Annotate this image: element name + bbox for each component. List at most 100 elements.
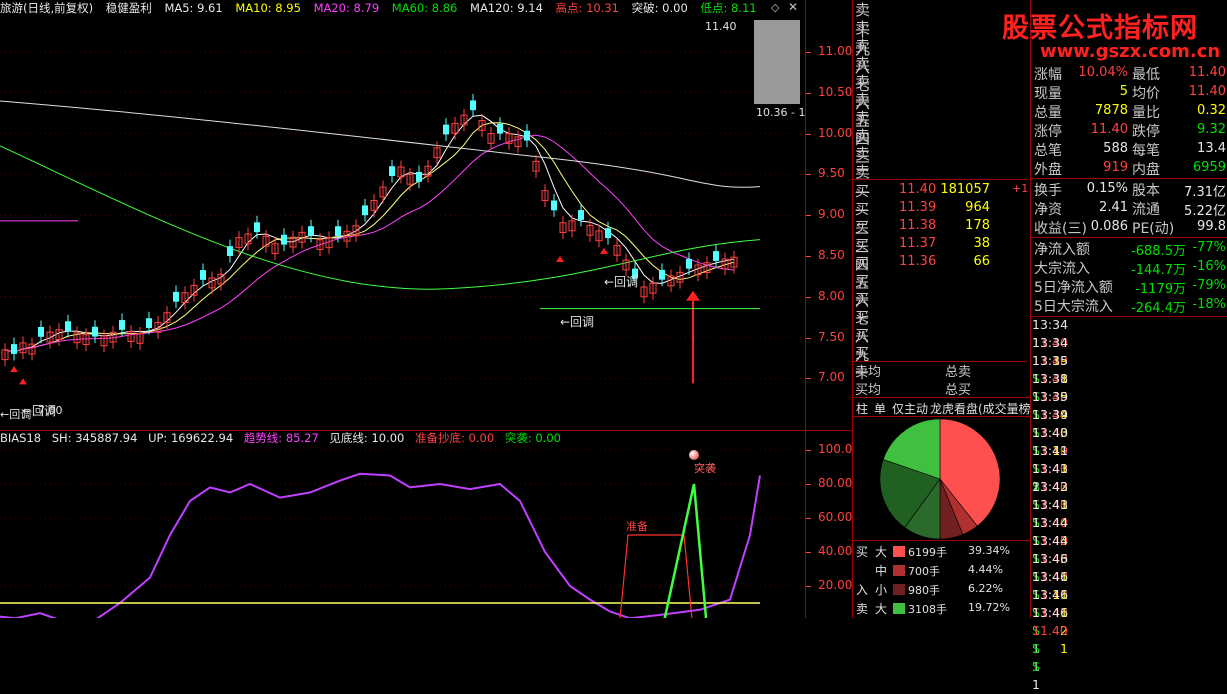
tick-row: 13:43 11.40 3 S 1	[1032, 496, 1227, 584]
tick-row: 13:39 11.40 3 S 1	[1032, 388, 1227, 476]
indicator-tick-mark	[806, 450, 811, 451]
tick-row: 13:46 11.40 11 S 1	[1032, 550, 1227, 638]
tab-single[interactable]: 单	[874, 400, 886, 417]
stat-value: 0.086	[1090, 219, 1128, 234]
tick-time: 13:34	[1032, 335, 1069, 350]
candle-body	[281, 234, 287, 245]
price-axis: 11.00 10.50 10.00 9.50 9.00 8.50 8.00 7.50 7.00	[806, 0, 852, 430]
tick-row: 13:35 11.40 5 S 1	[1032, 352, 1227, 440]
sell-avg-label: 卖均	[855, 365, 882, 380]
candle-body	[362, 205, 368, 216]
candle-body	[470, 100, 476, 111]
total-sell-label: 总卖	[945, 365, 972, 380]
indicator-header: BIAS18 SH: 345887.94 UP: 169622.94 趋势线: …	[0, 431, 568, 445]
stat-value: 5.22亿	[1184, 204, 1226, 219]
flow-size-label: 中	[875, 564, 888, 578]
cursor-label: 10.36 - 1	[756, 106, 806, 119]
indicator-tick-label: 80.00	[818, 476, 853, 490]
flow-side-label: 买	[856, 545, 869, 559]
stat-label: 涨停	[1034, 124, 1062, 140]
prepare-value: 准备抄底: 0.00	[415, 431, 495, 445]
stat-value: 11.40	[1188, 84, 1226, 99]
buy-level-volume: 181057	[940, 182, 990, 197]
indicator-tick-mark	[806, 484, 811, 485]
indicator-tick-mark	[806, 586, 811, 587]
flow-side-label: 入	[856, 583, 869, 597]
indicator-tick-label: 60.00	[818, 510, 853, 524]
price-tick-mark	[806, 92, 811, 94]
callback-label-4: ←回调	[604, 275, 639, 289]
candle-body	[524, 130, 530, 141]
flow-percent: 39.34%	[968, 544, 1010, 557]
tab-top-line	[853, 397, 1030, 398]
callback-label-2b: ←回调	[22, 404, 57, 418]
bias-line	[0, 472, 761, 618]
tick-time: 13:46	[1032, 569, 1069, 584]
buy-signal-icon	[556, 256, 564, 262]
stat-value: 7.31亿	[1184, 185, 1226, 200]
buy-level-change: +1	[1012, 182, 1029, 195]
raid-signal	[663, 483, 708, 618]
flow-value: -1179万	[1135, 282, 1186, 297]
tab-bar[interactable]: 柱	[856, 400, 868, 417]
buy-level-volume: 964	[965, 200, 990, 215]
flow-volume: 700手	[908, 565, 940, 578]
tick-time: 13:43	[1032, 497, 1069, 512]
kline-chart[interactable]	[0, 16, 805, 430]
stat-label: 内盘	[1132, 162, 1160, 178]
stat-label: 股本	[1132, 183, 1160, 199]
stat-label: 跌停	[1132, 124, 1160, 140]
diamond-icon[interactable]: ◇	[771, 1, 779, 14]
tick-time: 13:41	[1032, 443, 1069, 458]
tab-active-only[interactable]: 仅主动	[892, 400, 928, 417]
low-value: 低点: 8.11	[700, 1, 757, 15]
price-tick-mark	[806, 52, 811, 53]
flow-color-swatch	[893, 565, 905, 576]
flow-pie-chart	[879, 418, 1001, 540]
stat-value: 10.04%	[1078, 65, 1128, 80]
candle-body	[200, 270, 206, 280]
close-icon[interactable]: ✕	[788, 0, 798, 14]
raid-ball-icon	[689, 450, 699, 460]
flow-percent: -79%	[1192, 278, 1226, 293]
tick-row: 13:46 11.40 2 S 1	[1032, 586, 1227, 674]
stat-value: 2.41	[1099, 200, 1128, 215]
book-divider	[852, 0, 853, 618]
price-tick-label: 10.50	[818, 84, 853, 99]
candle-body	[335, 226, 341, 237]
stat-value: 11.40	[1188, 65, 1226, 80]
flow-percent: 6.22%	[968, 582, 1003, 595]
stat-label: 总笔	[1034, 143, 1062, 159]
indicator-tick-label: 20.00	[818, 578, 853, 592]
buy-level-volume: 66	[973, 254, 990, 269]
breakout-value: 突破: 0.00	[631, 1, 688, 15]
stat-value: 7878	[1094, 103, 1128, 118]
formula-name[interactable]: 稳健盈利	[106, 1, 152, 15]
tick-volume: 1	[1060, 641, 1068, 656]
indicator-tick-label: 40.00	[818, 544, 853, 558]
chart-header: 旅游(日线,前复权) 稳健盈利 MA5: 9.61 MA10: 8.95 MA2…	[0, 0, 766, 16]
stat-label: 量比	[1132, 105, 1160, 121]
candle-body	[416, 171, 422, 182]
pane-divider	[0, 430, 852, 431]
flow-percent: -16%	[1192, 259, 1226, 274]
indicator-chart[interactable]	[0, 446, 805, 618]
tick-row: 13:41 11.40 2 S 1	[1032, 442, 1227, 530]
flow-percent: 4.44%	[968, 563, 1003, 576]
tab-dragon-tiger[interactable]: 龙虎看盘(成交量榜	[930, 400, 1031, 417]
ma60-line	[0, 145, 761, 290]
ma120-value: MA120: 9.14	[470, 1, 543, 15]
indicator-name[interactable]: BIAS18	[0, 431, 41, 445]
price-tick-label: 10.00	[818, 125, 853, 140]
candle-body	[578, 210, 584, 220]
tick-row: 13:44 11.40 3 S 1	[1032, 514, 1227, 602]
tick-row: 13:39 11.40 19 S 2	[1032, 406, 1227, 494]
indicator-axis: 100.0 80.00 60.00 40.00 20.00	[806, 430, 852, 618]
stat-label: 流通	[1132, 202, 1160, 218]
flow-side-label: 卖	[856, 602, 869, 616]
ma60-value: MA60: 8.86	[391, 1, 458, 15]
tick-row: 13:46 11.40 1 S 1	[1032, 604, 1227, 692]
buy-level-volume: 178	[965, 218, 990, 233]
price-tick-label: 7.50	[818, 329, 845, 344]
flow-volume: 3108手	[908, 603, 947, 616]
